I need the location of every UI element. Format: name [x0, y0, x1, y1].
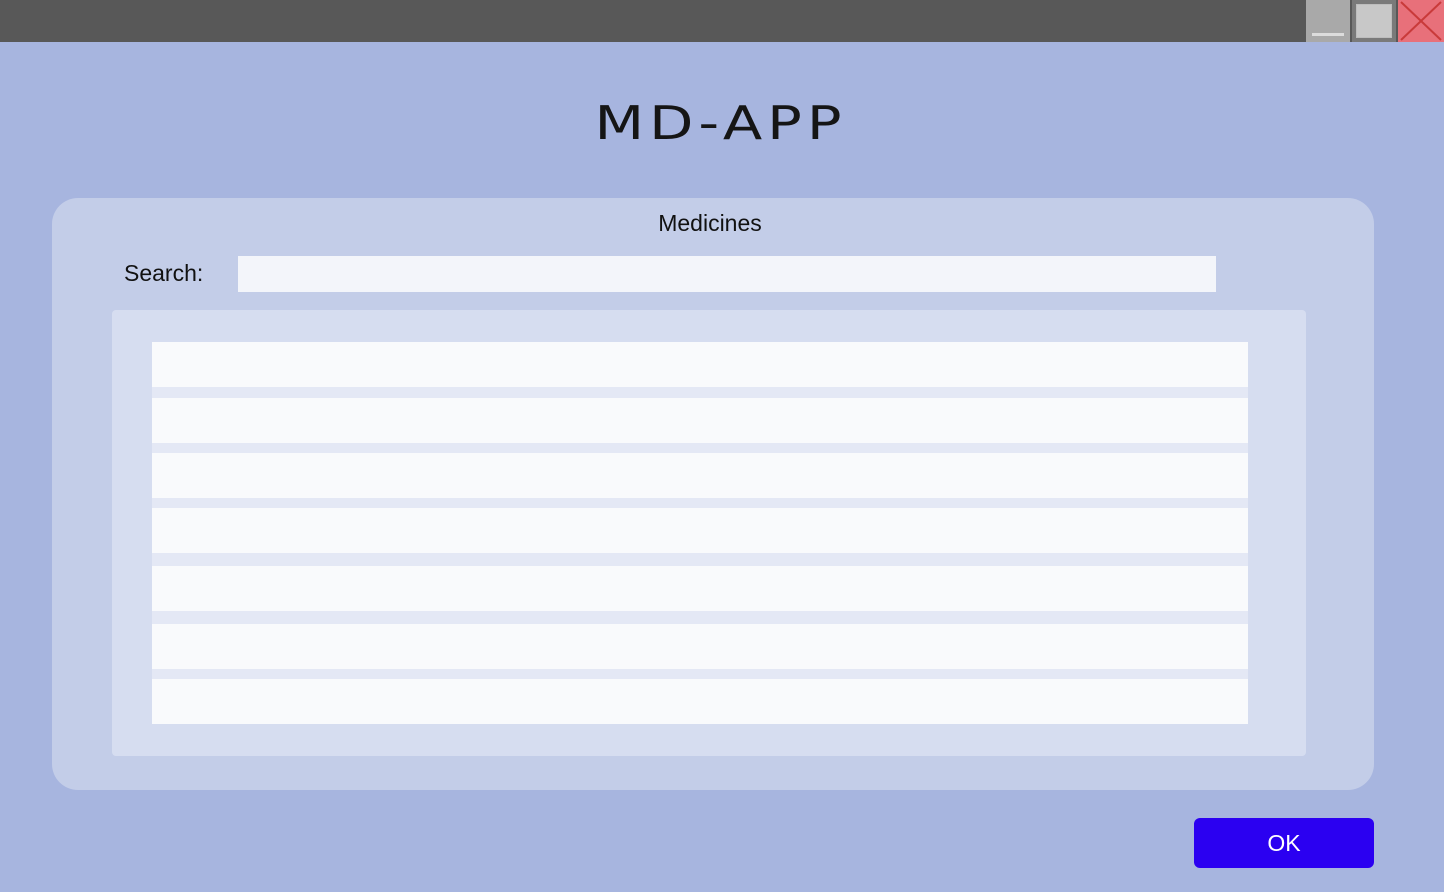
maximize-button[interactable] — [1352, 0, 1396, 42]
list-item[interactable] — [152, 342, 1248, 387]
maximize-icon — [1356, 4, 1392, 38]
list-item[interactable] — [152, 624, 1248, 669]
close-button[interactable] — [1398, 0, 1444, 42]
ok-button[interactable]: OK — [1194, 818, 1374, 868]
medicines-list — [112, 310, 1306, 756]
search-label: Search: — [124, 260, 204, 286]
window-titlebar — [0, 0, 1444, 42]
list-item[interactable] — [152, 566, 1248, 611]
list-item[interactable] — [152, 398, 1248, 443]
list-item[interactable] — [152, 508, 1248, 553]
minimize-icon — [1312, 33, 1344, 36]
app-title: MD-APP — [594, 96, 847, 150]
panel-title: Medicines — [658, 210, 762, 236]
list-item[interactable] — [152, 453, 1248, 498]
medicines-panel: Medicines Search: — [52, 198, 1374, 790]
list-item[interactable] — [152, 679, 1248, 724]
medicines-list-body[interactable] — [152, 342, 1248, 724]
minimize-button[interactable] — [1306, 0, 1350, 42]
search-input[interactable] — [238, 256, 1216, 292]
close-icon — [1400, 1, 1442, 41]
